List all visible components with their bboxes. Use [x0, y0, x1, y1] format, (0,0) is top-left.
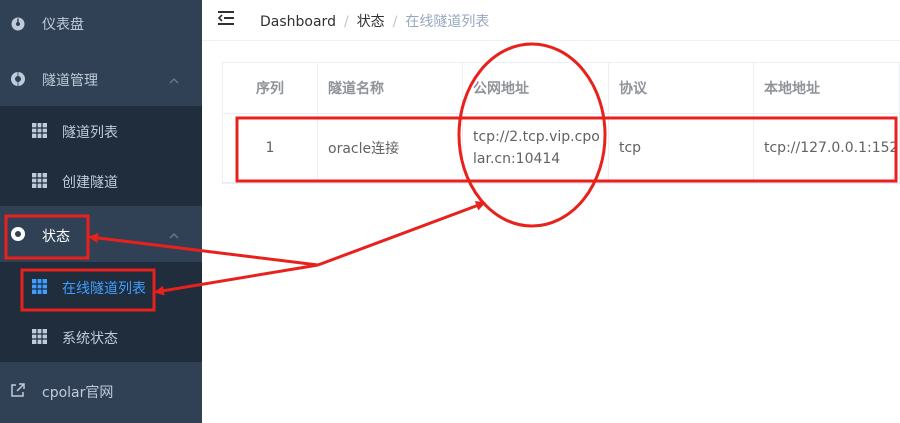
column-header-public-url[interactable]: 公网地址 [463, 63, 609, 113]
top-navbar: Dashboard / 状态 / 在线隧道列表 [202, 0, 900, 41]
cell-public-url: tcp://2.tcp.vip.cpolar.cn:10414 [463, 114, 609, 182]
menu-item-tunnel-management[interactable]: 隧道管理 [0, 55, 202, 105]
cell-tunnel-name: oracle连接 [318, 114, 463, 182]
cell-index: 1 [223, 114, 318, 182]
sidebar-item-online-tunnels[interactable]: 在线隧道列表 [0, 262, 202, 312]
table-header-row: 序列 隧道名称 公网地址 协议 本地地址 [223, 63, 899, 114]
menu-label-cpolar-site: cpolar官网 [42, 385, 114, 401]
dashboard-icon [10, 15, 26, 31]
status-icon [10, 226, 26, 242]
column-header-index[interactable]: 序列 [223, 63, 318, 113]
grid-icon [32, 329, 47, 344]
sidebar-item-tunnel-list[interactable]: 隧道列表 [0, 106, 202, 156]
sidebar-label-create-tunnel: 创建隧道 [62, 175, 118, 191]
breadcrumb-separator: / [392, 14, 398, 30]
submenu-status: 在线隧道列表 系统状态 [0, 262, 202, 362]
menu-item-status[interactable]: 状态 [0, 208, 202, 260]
column-header-name[interactable]: 隧道名称 [318, 63, 463, 113]
column-header-local[interactable]: 本地地址 [754, 63, 899, 113]
cell-protocol: tcp [609, 114, 754, 182]
menu-item-dashboard[interactable]: 仪表盘 [0, 0, 202, 45]
grid-icon [32, 279, 47, 294]
table-row[interactable]: 1 oracle连接 tcp://2.tcp.vip.cpolar.cn:104… [223, 114, 900, 183]
breadcrumb: Dashboard / 状态 / 在线隧道列表 [260, 11, 489, 31]
external-link-icon [10, 382, 26, 398]
grid-icon [32, 173, 47, 188]
breadcrumb-dashboard[interactable]: Dashboard [260, 14, 336, 30]
menu-fold-icon[interactable] [217, 10, 236, 26]
menu-label-tunnel-management: 隧道管理 [42, 73, 98, 89]
sidebar-item-system-status[interactable]: 系统状态 [0, 312, 202, 362]
menu-label-dashboard: 仪表盘 [42, 17, 84, 33]
chevron-up-icon [168, 75, 180, 87]
sidebar: 仪表盘 隧道管理 隧道列表 创建隧道 状态 在线隧道列表 系统状态 cpolar… [0, 0, 202, 423]
submenu-tunnels: 隧道列表 创建隧道 [0, 106, 202, 206]
tunnel-table: 序列 隧道名称 公网地址 协议 本地地址 1 oracle连接 tcp://2.… [222, 62, 900, 184]
grid-icon [32, 123, 47, 138]
annotation-arrow [317, 201, 486, 267]
cell-local-address: tcp://127.0.0.1:1521 [764, 140, 900, 156]
menu-label-status: 状态 [42, 229, 70, 245]
breadcrumb-separator: / [343, 14, 349, 30]
breadcrumb-current: 在线隧道列表 [405, 14, 490, 30]
breadcrumb-status[interactable]: 状态 [357, 14, 385, 30]
tunnel-icon [10, 71, 26, 87]
chevron-up-icon [168, 230, 180, 242]
menu-item-cpolar-site[interactable]: cpolar官网 [0, 365, 202, 415]
sidebar-label-tunnel-list: 隧道列表 [62, 125, 118, 141]
sidebar-item-create-tunnel[interactable]: 创建隧道 [0, 156, 202, 206]
sidebar-label-online-tunnels: 在线隧道列表 [62, 281, 146, 297]
column-header-protocol[interactable]: 协议 [609, 63, 754, 113]
sidebar-label-system-status: 系统状态 [62, 331, 118, 347]
